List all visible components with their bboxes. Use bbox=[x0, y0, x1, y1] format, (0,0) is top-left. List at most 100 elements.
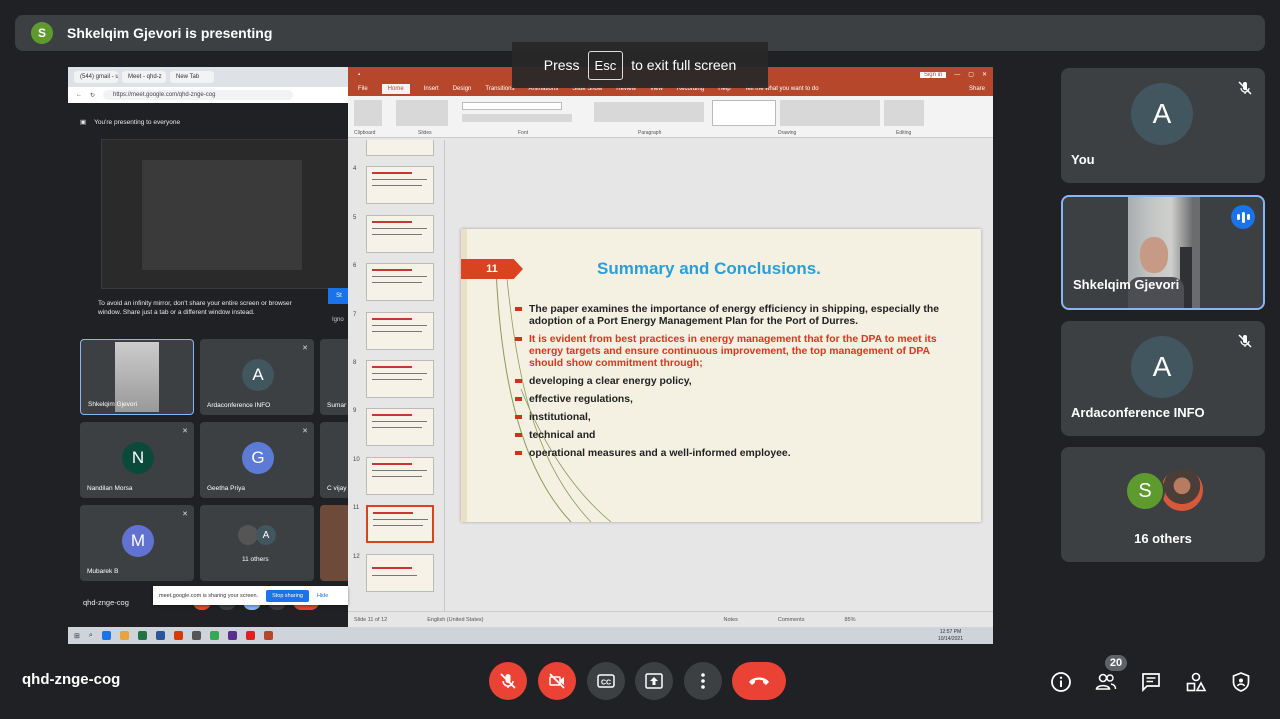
mini-meeting-code: qhd-znge-cog bbox=[83, 597, 129, 607]
camera-toggle-button[interactable] bbox=[538, 662, 576, 700]
info-icon bbox=[1051, 672, 1071, 692]
ribbon-group: Slides bbox=[418, 130, 432, 136]
mic-off-icon: ✕ bbox=[302, 345, 308, 352]
mini-tile: C vijay bbox=[320, 422, 350, 498]
others-tile[interactable]: S 16 others bbox=[1061, 447, 1265, 562]
slide-bullet: It is evident from best practices in ene… bbox=[515, 334, 955, 370]
browser-tab: Meet - qhd-z bbox=[122, 71, 166, 83]
search-icon: ⌕ bbox=[88, 631, 93, 639]
windows-start-icon: ⊞ bbox=[74, 632, 80, 640]
ppt-tab: Transitions bbox=[485, 86, 515, 92]
mic-off-icon: ✕ bbox=[182, 428, 188, 435]
participant-tile-self[interactable]: A You bbox=[1061, 68, 1265, 183]
slide-bullet: developing a clear energy policy, bbox=[515, 376, 955, 388]
notes-status: Notes bbox=[723, 616, 738, 623]
slide-number: 10 bbox=[353, 457, 360, 463]
mini-avatar: N bbox=[122, 442, 154, 474]
sharing-notice-text: meet.google.com is sharing your screen. bbox=[159, 592, 259, 599]
slide-bullets: The paper examines the importance of ene… bbox=[515, 304, 955, 466]
mini-tile: Shkelqim Gjevori bbox=[80, 339, 194, 415]
avatar: A bbox=[1131, 83, 1193, 145]
mini-avatar: G bbox=[242, 442, 274, 474]
slide-number: 5 bbox=[353, 215, 357, 221]
mini-tile: G ✕ Geetha Priya bbox=[200, 422, 314, 498]
ppt-tab: Insert bbox=[423, 86, 439, 92]
app-icon bbox=[191, 631, 201, 640]
participant-tile-presenter[interactable]: Shkelqim Gjevori bbox=[1061, 195, 1265, 310]
slide-thumbnails: 4 5 6 7 8 9 10 11 12 bbox=[348, 140, 445, 611]
participant-name: Shkelqim Gjevori bbox=[1073, 277, 1180, 292]
mini-tile-name: C vijay bbox=[327, 485, 347, 492]
slide-bullet: institutional, bbox=[515, 412, 955, 424]
slide-number: 12 bbox=[353, 554, 360, 560]
slide-bullet: The paper examines the importance of ene… bbox=[515, 304, 955, 328]
current-slide: 11 Summary and Conclusions. The paper ex… bbox=[461, 229, 981, 522]
minimize-icon: — bbox=[954, 71, 961, 78]
zoom-status: 85% bbox=[844, 616, 856, 623]
excel-icon bbox=[137, 631, 147, 640]
save-icon: ▪ bbox=[358, 71, 361, 78]
participant-name: Ardaconference INFO bbox=[1071, 405, 1205, 420]
present-icon bbox=[645, 673, 663, 689]
slide-number: 8 bbox=[353, 360, 357, 366]
mini-tile: A ✕ Ardaconference INFO bbox=[200, 339, 314, 415]
ribbon-group: Font bbox=[518, 130, 529, 136]
mini-tile-name: Nandilan Morsa bbox=[87, 485, 133, 492]
mini-ignore: Igno bbox=[332, 317, 344, 323]
sharing-notice-bar: meet.google.com is sharing your screen. … bbox=[153, 586, 348, 605]
activities-button[interactable] bbox=[1184, 670, 1208, 694]
ribbon-group: Editing bbox=[896, 130, 912, 136]
mini-tile bbox=[320, 505, 350, 581]
presenting-notice-text: You're presenting to everyone bbox=[94, 118, 181, 126]
browser-tab: New Tab bbox=[170, 71, 214, 83]
participant-tile[interactable]: A Ardaconference INFO bbox=[1061, 321, 1265, 436]
meeting-details-button[interactable] bbox=[1049, 670, 1073, 694]
mini-avatar: A bbox=[242, 359, 274, 391]
acrobat-icon bbox=[245, 631, 255, 640]
speaking-indicator-icon bbox=[1231, 205, 1255, 229]
mini-tile: A 11 others bbox=[200, 505, 314, 581]
mini-tile-name: Sumar bbox=[327, 402, 347, 409]
shield-icon bbox=[1232, 672, 1250, 692]
address-bar: ← ↻ https://meet.google.com/qhd-znge-cog bbox=[68, 87, 350, 103]
slide-bullet: technical and bbox=[515, 430, 955, 442]
mic-off-icon: ✕ bbox=[182, 511, 188, 518]
present-icon: ▣ bbox=[80, 119, 87, 126]
url-text: https://meet.google.com/qhd-znge-cog bbox=[103, 90, 294, 100]
participant-count-badge: 20 bbox=[1105, 655, 1127, 671]
captions-icon: CC bbox=[597, 674, 615, 688]
mini-avatar: M bbox=[122, 525, 154, 557]
mic-toggle-button[interactable] bbox=[489, 662, 527, 700]
slide-number: 9 bbox=[353, 408, 357, 414]
ribbon-group: Paragraph bbox=[638, 130, 662, 136]
windows-taskbar: ⊞ ⌕ 12:57 PM 10/14/2021 bbox=[68, 627, 993, 644]
folder-icon bbox=[119, 631, 129, 640]
hide-link: Hide bbox=[316, 592, 329, 599]
leave-call-button[interactable] bbox=[732, 662, 786, 700]
browser-tabs: (544) gmail - ustw Meet - qhd-z New Tab bbox=[68, 67, 350, 87]
more-options-button[interactable] bbox=[684, 662, 722, 700]
language-status: English (United States) bbox=[427, 616, 484, 623]
more-vert-icon bbox=[701, 673, 705, 689]
powerpoint-window: ▪ Sign in — ▢ ✕ File Home Insert Design … bbox=[348, 67, 993, 627]
fullscreen-exit-hint: Press Esc to exit full screen bbox=[512, 42, 768, 88]
mini-tile-name: Shkelqim Gjevori bbox=[88, 401, 138, 408]
host-controls-button[interactable] bbox=[1229, 670, 1253, 694]
close-icon: ✕ bbox=[981, 72, 987, 78]
people-button[interactable] bbox=[1094, 670, 1118, 694]
others-label: 16 others bbox=[1134, 531, 1192, 546]
slide-bullet: effective regulations, bbox=[515, 394, 955, 406]
captions-button[interactable]: CC bbox=[587, 662, 625, 700]
present-now-button[interactable] bbox=[635, 662, 673, 700]
mic-off-icon bbox=[1238, 81, 1252, 95]
ppt-sign-in: Sign in bbox=[919, 71, 947, 78]
slide-number: 11 bbox=[353, 505, 360, 511]
slide-number: 4 bbox=[353, 166, 357, 172]
camera-off-icon bbox=[549, 673, 565, 689]
ppt-share: Share bbox=[968, 86, 985, 92]
infinity-mirror bbox=[101, 139, 350, 289]
reload-icon: ↻ bbox=[90, 92, 96, 99]
chat-button[interactable] bbox=[1139, 670, 1163, 694]
comments-status: Comments bbox=[777, 616, 805, 623]
mini-tile-name: Geetha Priya bbox=[207, 485, 245, 492]
